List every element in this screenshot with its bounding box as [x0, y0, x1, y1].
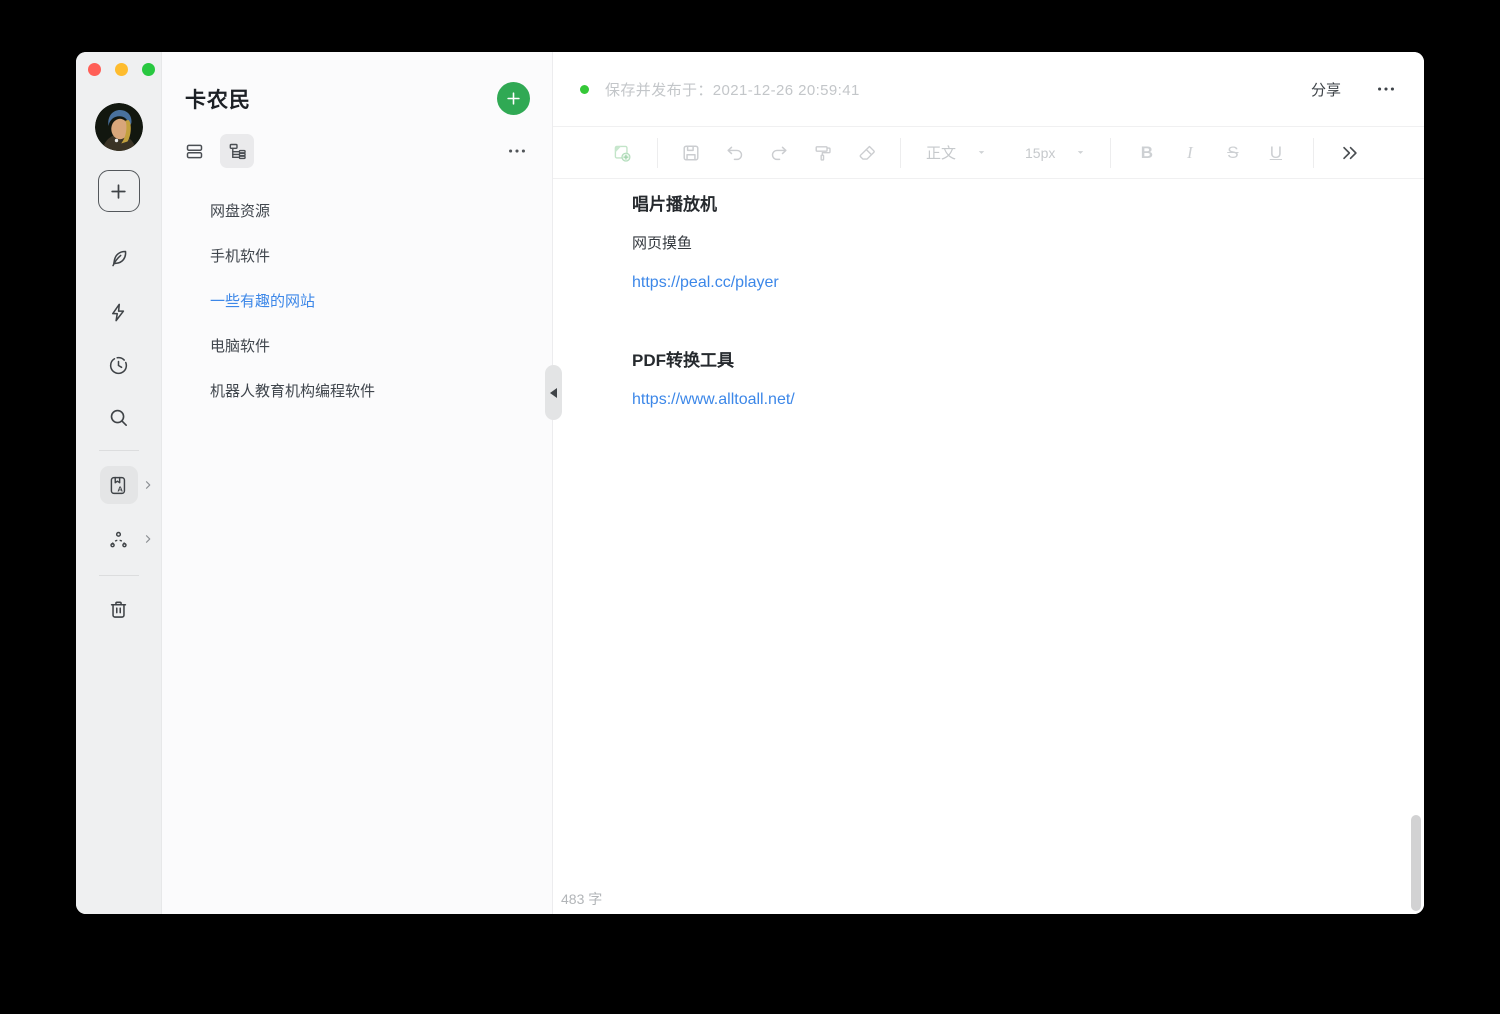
pen-icon — [112, 250, 127, 266]
rail-item-team[interactable] — [100, 520, 138, 558]
clear-format-button[interactable] — [855, 141, 878, 164]
editor-more-button[interactable] — [1375, 78, 1397, 100]
paragraph-style-value: 正文 — [926, 145, 957, 162]
undo-button[interactable] — [723, 141, 746, 164]
content-link[interactable]: https://www.alltoall.net/ — [632, 391, 795, 408]
rail-item-knowledge-base[interactable]: A — [99, 466, 138, 504]
saved-status-dot — [580, 84, 589, 94]
content-heading: PDF转换工具 — [632, 351, 734, 370]
plus-icon — [507, 92, 520, 105]
format-painter-icon — [815, 145, 831, 161]
scrollbar-thumb[interactable] — [1411, 815, 1421, 911]
view-toggle-row — [177, 134, 530, 168]
italic-button[interactable]: I — [1181, 143, 1198, 163]
toolbar-separator — [657, 137, 658, 168]
toolbar-format-group: B I S U — [1138, 143, 1284, 163]
rail-item-recent[interactable] — [100, 346, 138, 384]
insert-card-button[interactable] — [610, 141, 633, 164]
plus-icon — [111, 183, 126, 199]
chevron-right-icon — [145, 535, 151, 543]
rail-item-search[interactable] — [100, 398, 138, 436]
knowledge-base-icon: A — [110, 476, 126, 494]
strikethrough-button[interactable]: S — [1224, 143, 1241, 163]
font-size-value: 15px — [1025, 144, 1056, 161]
chevron-down-icon — [1075, 147, 1086, 158]
search-icon — [110, 409, 127, 426]
app-window: A 卡农民 网盘资源 手机软件 一些有趣的网站 电脑软件 机器人教育机构编程软件… — [76, 52, 1424, 914]
content-link-line: https://www.alltoall.net/ — [632, 380, 1384, 419]
add-doc-button[interactable] — [497, 82, 530, 115]
insert-card-icon — [614, 145, 630, 162]
editor-header: 保存并发布于：2021-12-26 20:59:41 分享 — [553, 52, 1424, 126]
toolbar-expand-button[interactable] — [1338, 141, 1361, 164]
minimize-window-button[interactable] — [115, 63, 128, 76]
toolbar-separator — [1110, 137, 1112, 168]
content-link-line: https://peal.cc/player — [632, 263, 1384, 302]
close-window-button[interactable] — [88, 63, 101, 76]
bold-button[interactable]: B — [1138, 143, 1155, 163]
content-heading: 唱片播放机 — [632, 195, 717, 214]
rail-item-write[interactable] — [100, 239, 138, 277]
redo-icon — [771, 146, 787, 160]
doc-item-active[interactable]: 一些有趣的网站 — [162, 279, 552, 324]
list-view-button[interactable] — [177, 134, 211, 168]
svg-text:A: A — [117, 484, 123, 493]
toolbar-separator — [900, 137, 901, 168]
content-empty-line — [632, 302, 1384, 341]
paragraph-style-select[interactable]: 正文 — [926, 142, 987, 163]
content-link[interactable]: https://peal.cc/player — [632, 274, 779, 291]
ellipsis-icon — [509, 149, 525, 153]
traffic-lights — [88, 63, 155, 76]
word-count: 483 字 — [561, 891, 603, 907]
saved-status-text: 保存并发布于：2021-12-26 20:59:41 — [605, 81, 860, 99]
rail-item-flash[interactable] — [100, 293, 138, 331]
underline-button[interactable]: U — [1267, 143, 1284, 163]
team-icon — [110, 531, 127, 547]
save-button[interactable] — [679, 141, 702, 164]
collapse-arrow-icon — [550, 387, 557, 398]
doc-item[interactable]: 电脑软件 — [162, 324, 552, 369]
editor-toolbar: 正文 15px B I S U — [553, 126, 1424, 179]
undo-icon — [726, 146, 742, 160]
share-button[interactable]: 分享 — [1311, 79, 1341, 100]
toolbar-separator — [1313, 137, 1315, 168]
redo-button[interactable] — [767, 141, 790, 164]
chevron-down-icon — [976, 147, 987, 158]
sidebar-more-button[interactable] — [504, 138, 530, 164]
editor-pane: 保存并发布于：2021-12-26 20:59:41 分享 正文 15px B … — [553, 52, 1424, 914]
toolbar-history-group — [679, 141, 878, 164]
chevron-right-icon — [145, 481, 151, 489]
zoom-window-button[interactable] — [142, 63, 155, 76]
workspace-title: 卡农民 — [185, 89, 251, 112]
font-size-select[interactable]: 15px — [1025, 145, 1086, 161]
doc-list: 网盘资源 手机软件 一些有趣的网站 电脑软件 机器人教育机构编程软件 — [162, 189, 552, 414]
doc-sidebar: 卡农民 网盘资源 手机软件 一些有趣的网站 电脑软件 机器人教育机构编程软件 — [162, 52, 553, 914]
knowledge-base-expand-chevron[interactable] — [142, 479, 154, 491]
tree-view-button[interactable] — [220, 134, 254, 168]
new-note-button[interactable] — [97, 170, 140, 212]
rail-divider — [99, 450, 139, 451]
avatar-image — [95, 103, 143, 151]
editor-content[interactable]: 唱片播放机 网页摸鱼 https://peal.cc/player PDF转换工… — [553, 179, 1424, 914]
trash-icon — [110, 601, 127, 618]
format-painter-button[interactable] — [811, 141, 834, 164]
doc-item[interactable]: 网盘资源 — [162, 189, 552, 234]
doc-item[interactable]: 手机软件 — [162, 234, 552, 279]
flash-icon — [111, 303, 125, 321]
rail-item-trash[interactable] — [100, 590, 138, 628]
double-chevron-right-icon — [1343, 146, 1357, 159]
list-view-icon — [186, 144, 202, 158]
recent-clock-icon — [109, 356, 128, 374]
team-expand-chevron[interactable] — [142, 533, 154, 545]
save-icon — [682, 144, 699, 161]
tree-view-icon — [229, 143, 246, 159]
avatar[interactable] — [95, 103, 143, 151]
eraser-icon — [859, 145, 875, 160]
icon-rail: A — [76, 52, 162, 914]
sidebar-collapse-handle[interactable] — [545, 365, 562, 420]
rail-divider — [99, 575, 139, 576]
ellipsis-icon — [1378, 87, 1394, 91]
content-paragraph: 网页摸鱼 — [632, 235, 693, 252]
doc-item[interactable]: 机器人教育机构编程软件 — [162, 369, 552, 414]
